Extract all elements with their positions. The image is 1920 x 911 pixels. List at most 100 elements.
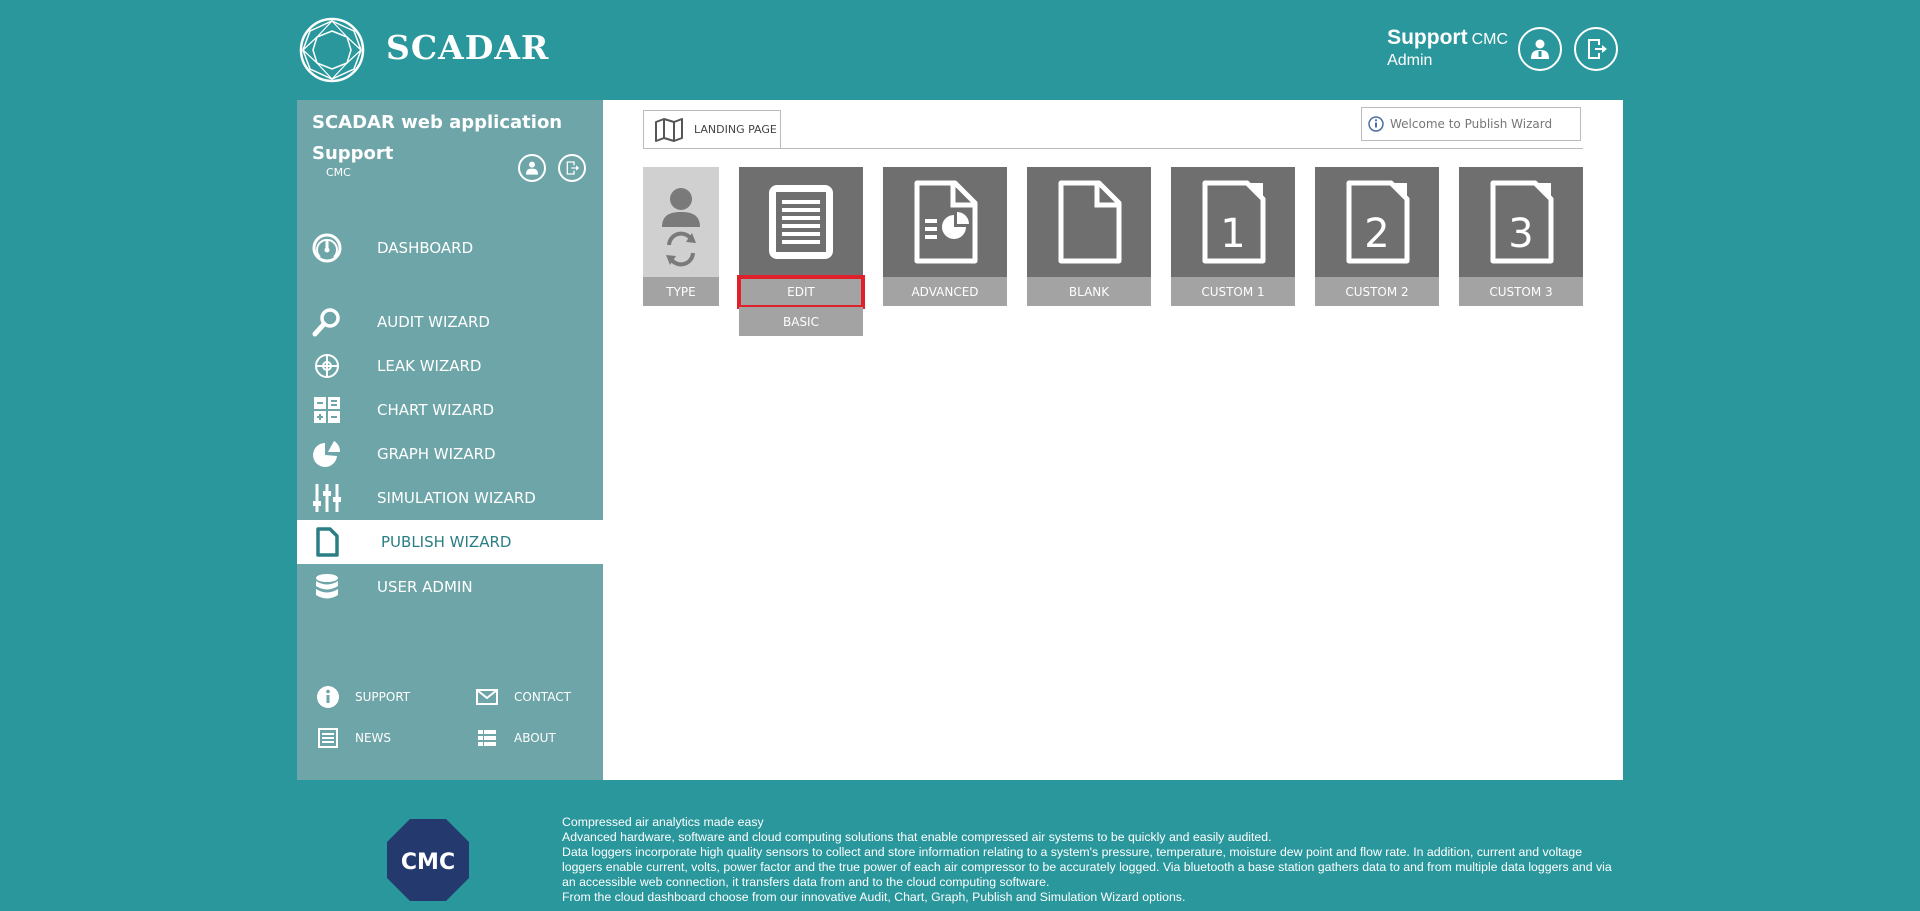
tile-blank-image bbox=[1027, 167, 1151, 277]
tile-blank-label: BLANK bbox=[1027, 277, 1151, 306]
nav-label: SIMULATION WIZARD bbox=[377, 489, 536, 507]
footer-line: Data loggers incorporate high quality se… bbox=[562, 844, 1612, 889]
cmc-logo-icon: CMC bbox=[387, 819, 469, 901]
user-icon bbox=[526, 161, 538, 175]
tile-custom-2-image: 2 bbox=[1315, 167, 1439, 277]
magnifier-icon bbox=[311, 306, 343, 338]
tile-custom-2-label: CUSTOM 2 bbox=[1315, 277, 1439, 306]
main-panel: LANDING PAGE Welcome to Publish Wizard T… bbox=[603, 100, 1623, 780]
cmc-logo-text: CMC bbox=[401, 850, 455, 875]
sidebar: SCADAR web application Support CMC DASHB… bbox=[297, 100, 603, 780]
tile-basic[interactable]: EDIT BASIC bbox=[737, 167, 865, 336]
nav-dashboard[interactable]: DASHBOARD bbox=[297, 226, 603, 270]
nav-label: AUDIT WIZARD bbox=[377, 313, 490, 331]
app-header: SCADAR Support CMC Admin bbox=[0, 0, 1920, 100]
dashboard-gauge-icon bbox=[311, 232, 343, 264]
nav-audit-wizard[interactable]: AUDIT WIZARD bbox=[297, 300, 603, 344]
sliders-icon bbox=[311, 482, 343, 514]
sidebar-logout-button[interactable] bbox=[558, 154, 586, 182]
info-icon bbox=[1368, 116, 1384, 132]
logout-icon bbox=[566, 161, 580, 175]
footer-description: Compressed air analytics made easy Advan… bbox=[562, 815, 1622, 904]
nav-publish-wizard[interactable]: PUBLISH WIZARD bbox=[297, 520, 603, 564]
welcome-text: Welcome to Publish Wizard bbox=[1390, 117, 1553, 131]
nav-label: GRAPH WIZARD bbox=[377, 445, 496, 463]
tile-type-image bbox=[643, 167, 719, 277]
sidebar-user-name: Support bbox=[312, 143, 394, 164]
document-3-icon: 3 bbox=[1490, 180, 1554, 264]
sidebar-user-org: CMC bbox=[326, 166, 351, 179]
about-link[interactable]: ABOUT bbox=[476, 727, 556, 749]
calculator-icon bbox=[311, 394, 343, 426]
welcome-message: Welcome to Publish Wizard bbox=[1361, 107, 1581, 141]
nav-label: LEAK WIZARD bbox=[377, 357, 482, 375]
nav-label: PUBLISH WIZARD bbox=[381, 533, 512, 551]
contact-link-label: CONTACT bbox=[514, 690, 571, 704]
blank-document-icon bbox=[1058, 180, 1122, 264]
tile-type[interactable]: TYPE bbox=[643, 167, 719, 306]
mail-icon bbox=[476, 689, 498, 705]
contact-link[interactable]: CONTACT bbox=[476, 686, 571, 708]
tile-blank[interactable]: BLANK bbox=[1027, 167, 1151, 306]
nav-leak-wizard[interactable]: LEAK WIZARD bbox=[297, 344, 603, 388]
tab-landing-page[interactable]: LANDING PAGE bbox=[643, 110, 781, 148]
tab-label: LANDING PAGE bbox=[694, 123, 777, 136]
user-switch-icon bbox=[662, 188, 700, 267]
newspaper-icon bbox=[318, 728, 338, 748]
document-icon bbox=[311, 526, 343, 558]
logout-icon bbox=[1588, 39, 1607, 59]
tile-custom-1-image: 1 bbox=[1171, 167, 1295, 277]
scadar-logo-icon[interactable] bbox=[299, 17, 365, 83]
database-icon bbox=[311, 571, 343, 603]
svg-text:2: 2 bbox=[1364, 211, 1389, 257]
chart-document-icon bbox=[914, 180, 978, 264]
nav-label: USER ADMIN bbox=[377, 578, 473, 596]
profile-button[interactable] bbox=[1518, 27, 1562, 71]
info-icon bbox=[317, 686, 339, 708]
footer-line: Advanced hardware, software and cloud co… bbox=[562, 829, 1272, 844]
brand-name: SCADAR bbox=[386, 28, 550, 67]
nav-simulation-wizard[interactable]: SIMULATION WIZARD bbox=[297, 476, 603, 520]
user-role: Admin bbox=[1387, 52, 1433, 69]
user-org: CMC bbox=[1471, 31, 1508, 48]
support-link[interactable]: SUPPORT bbox=[317, 686, 410, 708]
tile-custom-3[interactable]: 3 CUSTOM 3 bbox=[1459, 167, 1583, 306]
tile-advanced[interactable]: ADVANCED bbox=[883, 167, 1007, 306]
tile-basic-image bbox=[739, 167, 863, 277]
tile-custom-1-label: CUSTOM 1 bbox=[1171, 277, 1295, 306]
edit-button[interactable]: EDIT bbox=[737, 275, 865, 309]
nav-user-admin[interactable]: USER ADMIN bbox=[297, 565, 603, 609]
tile-advanced-label: ADVANCED bbox=[883, 277, 1007, 306]
support-link-label: SUPPORT bbox=[355, 690, 411, 704]
user-name: Support bbox=[1387, 26, 1468, 49]
tile-advanced-image bbox=[883, 167, 1007, 277]
nav-graph-wizard[interactable]: GRAPH WIZARD bbox=[297, 432, 603, 476]
tab-divider bbox=[643, 148, 1583, 149]
svg-text:3: 3 bbox=[1508, 211, 1533, 257]
tile-custom-2[interactable]: 2 CUSTOM 2 bbox=[1315, 167, 1439, 306]
tile-custom-3-label: CUSTOM 3 bbox=[1459, 277, 1583, 306]
sidebar-app-title: SCADAR web application bbox=[312, 112, 563, 133]
list-icon bbox=[478, 730, 496, 746]
text-document-icon bbox=[769, 185, 833, 259]
document-2-icon: 2 bbox=[1346, 180, 1410, 264]
nav-label: DASHBOARD bbox=[377, 239, 474, 257]
nav-chart-wizard[interactable]: CHART WIZARD bbox=[297, 388, 603, 432]
news-link-label: NEWS bbox=[355, 731, 392, 745]
about-link-label: ABOUT bbox=[514, 731, 556, 745]
document-1-icon: 1 bbox=[1202, 180, 1266, 264]
svg-text:1: 1 bbox=[1220, 211, 1245, 257]
pie-chart-icon bbox=[311, 438, 343, 470]
sidebar-profile-button[interactable] bbox=[518, 154, 546, 182]
logout-button[interactable] bbox=[1574, 27, 1618, 71]
tile-basic-label[interactable]: BASIC bbox=[739, 307, 863, 336]
nav-label: CHART WIZARD bbox=[377, 401, 495, 419]
crosshair-icon bbox=[311, 350, 343, 382]
tile-type-label: TYPE bbox=[643, 277, 719, 306]
map-icon bbox=[655, 117, 683, 142]
tile-custom-1[interactable]: 1 CUSTOM 1 bbox=[1171, 167, 1295, 306]
news-link[interactable]: NEWS bbox=[317, 727, 391, 749]
footer-line: Compressed air analytics made easy bbox=[562, 815, 764, 829]
footer-line: From the cloud dashboard choose from our… bbox=[562, 889, 1186, 904]
user-info: Support CMC Admin bbox=[1387, 26, 1508, 70]
